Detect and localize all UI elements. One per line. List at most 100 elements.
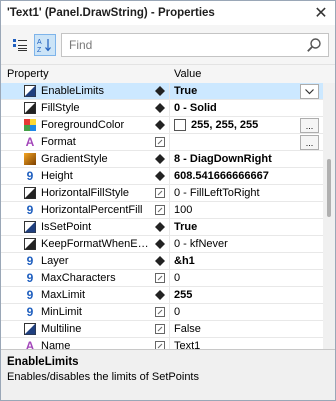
default-value-icon xyxy=(154,136,166,148)
property-name[interactable]: MinLimit xyxy=(41,306,167,318)
modified-diamond-icon xyxy=(154,102,166,114)
property-row[interactable]: 9 MinLimit 0 xyxy=(1,304,323,321)
dropdown-button[interactable] xyxy=(300,84,319,99)
property-name[interactable]: Format xyxy=(41,136,167,148)
scrollbar-thumb[interactable] xyxy=(327,159,331,217)
modified-diamond-icon xyxy=(154,153,166,165)
svg-text:A: A xyxy=(37,39,42,46)
property-row[interactable]: ForegroundColor 255, 255, 255... xyxy=(1,117,323,134)
property-row[interactable]: 9 HorizontalPercentFill 100 xyxy=(1,202,323,219)
fill-style-icon xyxy=(24,238,36,250)
description-title: EnableLimits xyxy=(7,356,79,368)
property-value[interactable]: 608.541666666667 xyxy=(174,170,269,182)
search-icon[interactable] xyxy=(306,37,322,56)
color-swatch xyxy=(174,119,186,131)
property-row[interactable]: GradientStyle 8 - DiagDownRight xyxy=(1,151,323,168)
number-icon: 9 xyxy=(26,271,34,285)
property-name[interactable]: IsSetPoint xyxy=(41,221,167,233)
property-name[interactable]: MaxCharacters xyxy=(41,272,167,284)
search-input[interactable]: Find xyxy=(69,38,92,52)
value-column-header[interactable]: Value xyxy=(174,68,201,80)
enable-limits-icon xyxy=(24,85,36,97)
vertical-scrollbar[interactable] xyxy=(323,83,335,349)
ellipsis-button[interactable]: ... xyxy=(300,135,319,150)
property-name[interactable]: Layer xyxy=(41,255,167,267)
column-divider xyxy=(169,304,170,321)
default-value-icon xyxy=(154,187,166,199)
property-row[interactable]: KeepFormatWhenE… 0 - kfNever xyxy=(1,236,323,253)
column-divider xyxy=(169,219,170,236)
number-icon: 9 xyxy=(26,305,34,319)
property-value[interactable]: False xyxy=(174,323,201,335)
modified-diamond-icon xyxy=(154,255,166,267)
column-divider xyxy=(169,287,170,304)
default-value-icon xyxy=(154,340,166,349)
property-name[interactable]: KeepFormatWhenE… xyxy=(41,238,167,250)
palette-icon xyxy=(24,119,36,131)
property-value[interactable]: &h1 xyxy=(174,255,195,267)
property-name[interactable]: HorizontalFillStyle xyxy=(41,187,167,199)
property-name[interactable]: Height xyxy=(41,170,167,182)
property-name[interactable]: MaxLimit xyxy=(41,289,167,301)
gradient-icon xyxy=(24,153,36,165)
property-value[interactable]: 0 - kfNever xyxy=(174,238,228,250)
default-value-icon xyxy=(154,306,166,318)
property-value[interactable]: 8 - DiagDownRight xyxy=(174,153,272,165)
modified-diamond-icon xyxy=(154,170,166,182)
title-bar[interactable]: 'Text1' (Panel.DrawString) - Properties … xyxy=(1,1,335,25)
font-icon: A xyxy=(25,339,35,349)
property-row[interactable]: A Format... xyxy=(1,134,323,151)
property-name[interactable]: Multiline xyxy=(41,323,167,335)
property-row[interactable]: 9 MaxLimit 255 xyxy=(1,287,323,304)
fill-style-icon xyxy=(24,102,36,114)
modified-diamond-icon xyxy=(154,119,166,131)
property-name[interactable]: HorizontalPercentFill xyxy=(41,204,167,216)
property-column-header[interactable]: Property xyxy=(7,68,49,80)
property-value[interactable]: 0 - Solid xyxy=(174,102,217,114)
property-row[interactable]: Multiline False xyxy=(1,321,323,338)
window-title: 'Text1' (Panel.DrawString) - Properties xyxy=(7,7,215,19)
column-divider xyxy=(169,117,170,134)
categorized-button[interactable] xyxy=(9,34,31,56)
number-icon: 9 xyxy=(26,203,34,217)
property-row[interactable]: IsSetPoint True xyxy=(1,219,323,236)
column-divider xyxy=(169,321,170,338)
number-icon: 9 xyxy=(26,169,34,183)
property-row[interactable]: 9 Layer &h1 xyxy=(1,253,323,270)
property-row[interactable]: HorizontalFillStyle 0 - FillLeftToRight xyxy=(1,185,323,202)
property-row[interactable]: EnableLimits True xyxy=(1,83,323,100)
default-value-icon xyxy=(154,272,166,284)
property-row[interactable]: 9 Height 608.541666666667 xyxy=(1,168,323,185)
property-value[interactable]: Text1 xyxy=(174,340,200,349)
property-name[interactable]: FillStyle xyxy=(41,102,167,114)
property-value[interactable]: 255, 255, 255 xyxy=(191,119,258,131)
close-button[interactable]: ✕ xyxy=(307,1,335,25)
enable-limits-icon xyxy=(24,221,36,233)
property-value[interactable]: 255 xyxy=(174,289,192,301)
column-divider xyxy=(169,83,170,100)
property-name[interactable]: EnableLimits xyxy=(41,85,167,97)
property-value[interactable]: True xyxy=(174,221,197,233)
property-name[interactable]: GradientStyle xyxy=(41,153,167,165)
column-divider xyxy=(169,236,170,253)
property-value[interactable]: 0 xyxy=(174,306,180,318)
ellipsis-button[interactable]: ... xyxy=(300,118,319,133)
property-value[interactable]: 0 - FillLeftToRight xyxy=(174,187,260,199)
property-name[interactable]: ForegroundColor xyxy=(41,119,167,131)
properties-window: 'Text1' (Panel.DrawString) - Properties … xyxy=(0,0,336,401)
property-name[interactable]: Name xyxy=(41,340,167,349)
property-value[interactable]: True xyxy=(174,85,197,97)
property-value[interactable]: 0 xyxy=(174,272,180,284)
font-icon: A xyxy=(25,135,35,149)
column-divider xyxy=(169,151,170,168)
categorized-icon xyxy=(13,38,27,51)
alphabetical-button[interactable]: A Z xyxy=(34,33,56,56)
column-divider xyxy=(169,100,170,117)
search-box[interactable]: Find xyxy=(61,33,329,57)
property-value[interactable]: 100 xyxy=(174,204,192,216)
property-row[interactable]: FillStyle 0 - Solid xyxy=(1,100,323,117)
column-header: Property Value xyxy=(1,65,335,83)
property-row[interactable]: A Name Text1 xyxy=(1,338,323,349)
property-row[interactable]: 9 MaxCharacters 0 xyxy=(1,270,323,287)
chevron-down-icon xyxy=(305,88,314,94)
